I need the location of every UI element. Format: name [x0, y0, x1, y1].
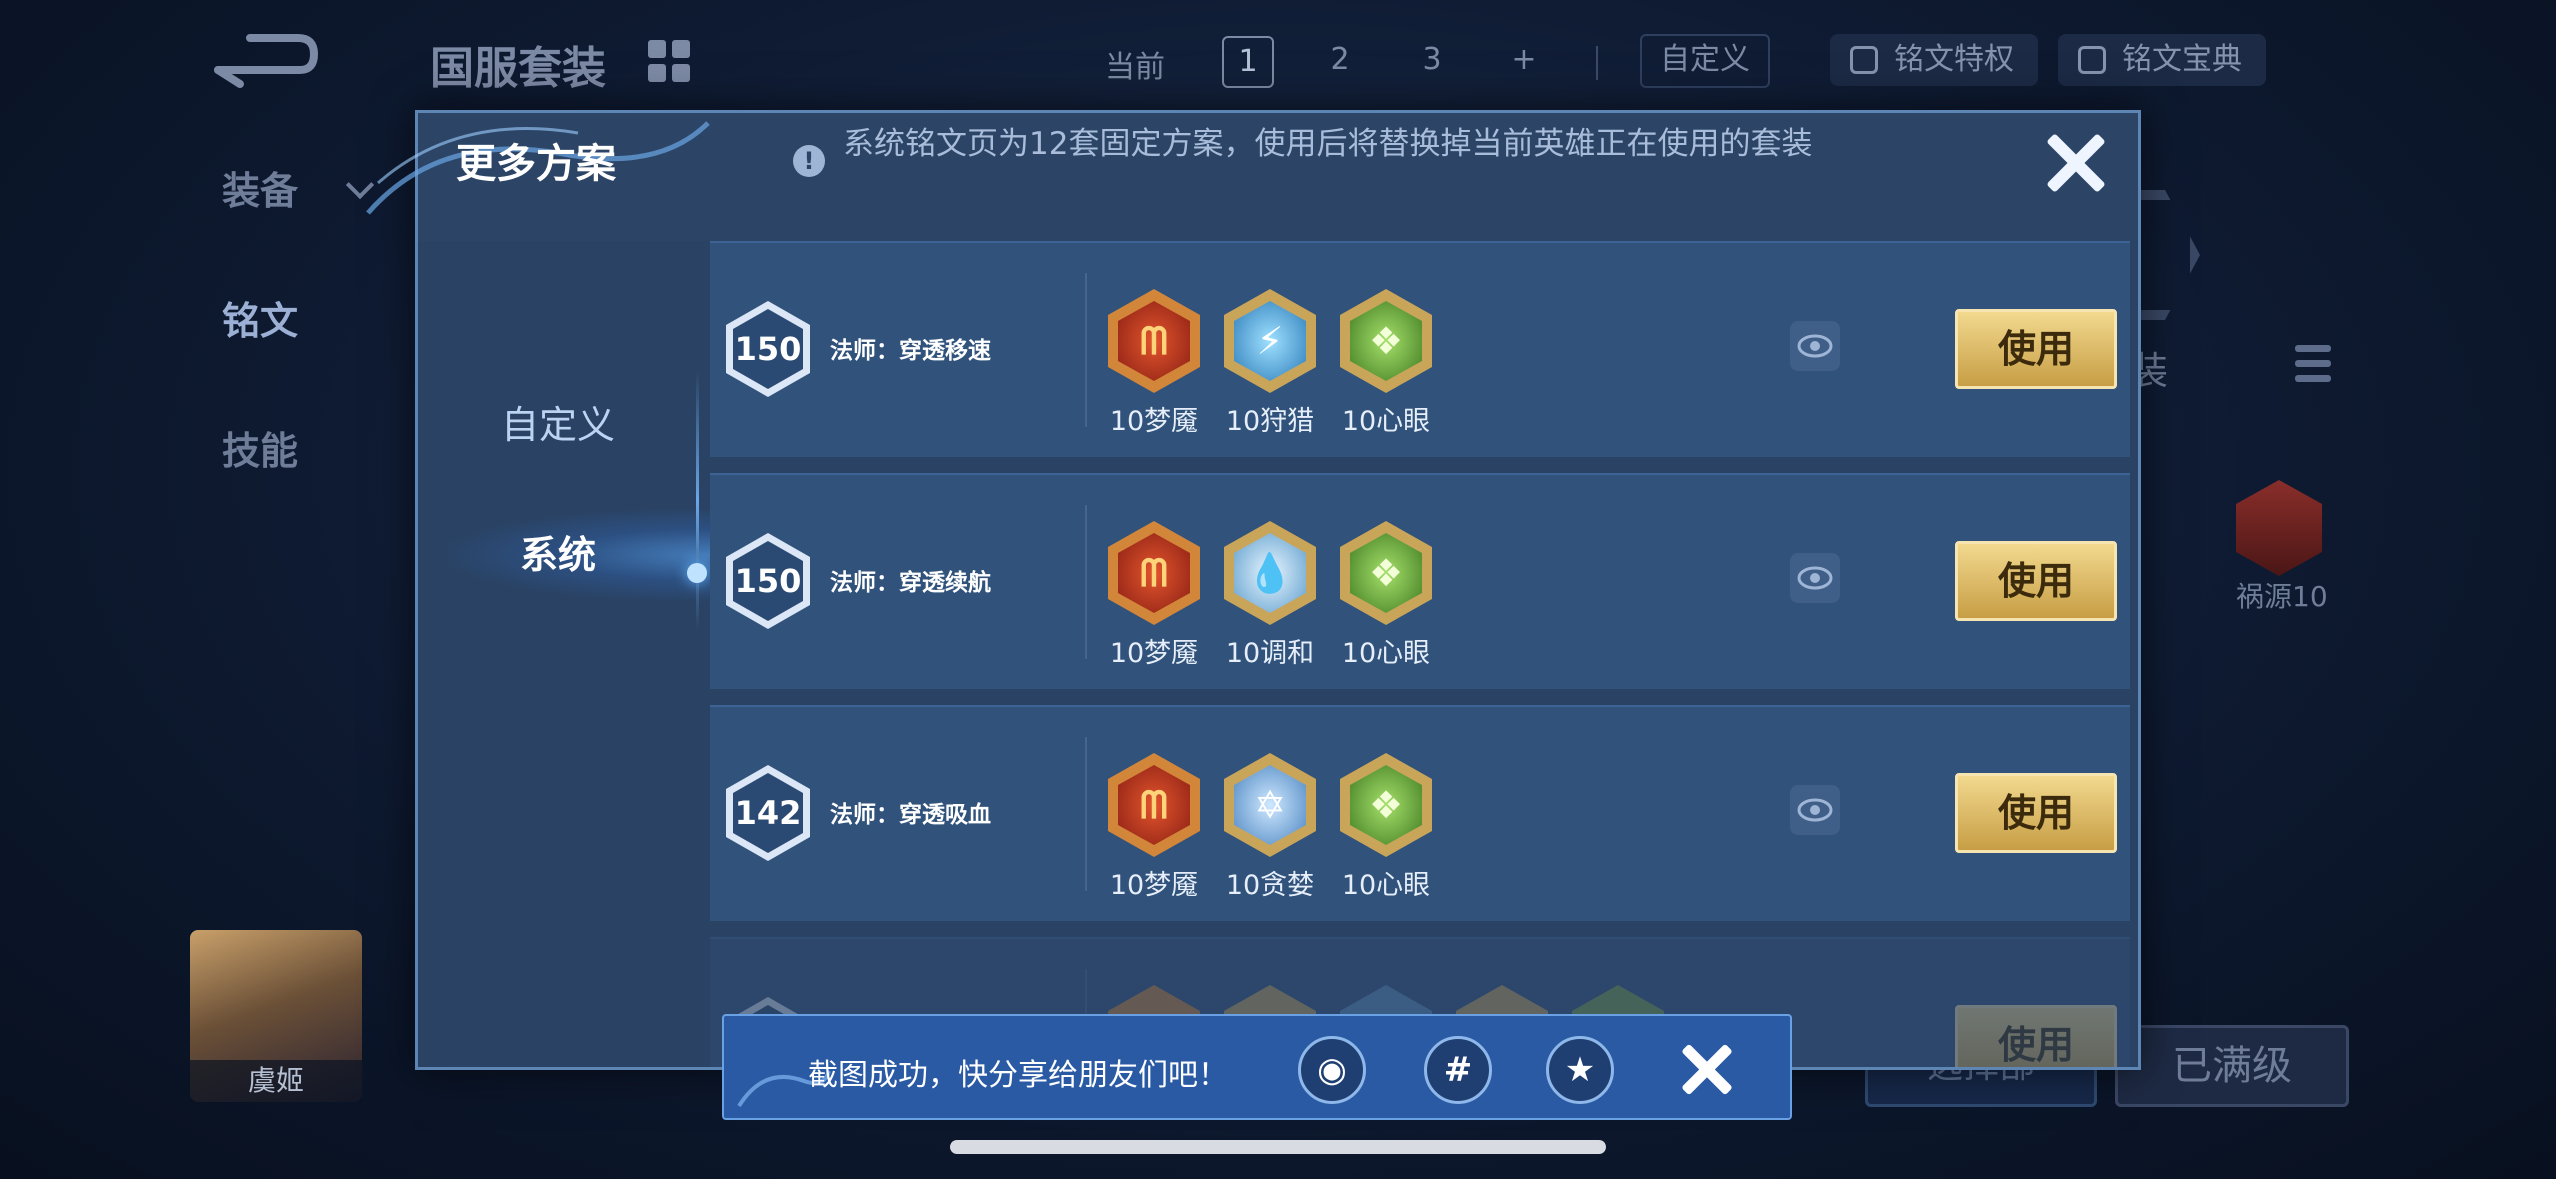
rune-label: 祸源10	[2236, 580, 2328, 613]
codex-icon	[2078, 46, 2106, 74]
nav-tab-system[interactable]: 系统	[418, 515, 698, 595]
back-arrow-icon[interactable]	[210, 30, 320, 90]
rune-harmony-icon: 💧	[1224, 521, 1316, 625]
preview-eye-icon[interactable]	[1790, 785, 1840, 835]
rune-label: 10梦魇	[1109, 870, 1199, 901]
rune-label: 10梦魇	[1109, 638, 1199, 669]
divider	[1085, 737, 1087, 891]
use-button[interactable]: 使用	[1955, 541, 2117, 621]
privilege-label: 铭文特权	[1894, 42, 2014, 77]
page-tab-3[interactable]: 3	[1408, 36, 1456, 84]
rune-insight-icon: ❖	[1340, 753, 1432, 857]
toast-message: 截图成功，快分享给朋友们吧！	[808, 1058, 1228, 1093]
rune-insight-icon: ❖	[1340, 521, 1432, 625]
modal-title: 更多方案	[456, 141, 616, 187]
level-hex-badge: 150	[726, 533, 810, 629]
plan-category-nav: 自定义 系统	[418, 241, 738, 1067]
use-button[interactable]: 使用	[1955, 773, 2117, 853]
more-plans-modal: 更多方案 ! 系统铭文页为12套固定方案，使用后将替换掉当前英雄正在使用的套装 …	[366, 110, 2141, 1070]
use-button[interactable]: 使用	[1955, 309, 2117, 389]
home-indicator[interactable]	[950, 1140, 1606, 1154]
plan-level: 150	[733, 541, 803, 621]
notice-text: 系统铭文页为12套固定方案，使用后将替换掉当前英雄正在使用的套装	[843, 126, 1813, 162]
privilege-icon	[1850, 46, 1878, 74]
rune-label: 10贪婪	[1225, 870, 1315, 901]
custom-button[interactable]: 自定义	[1640, 34, 1770, 88]
rune-icon	[2236, 480, 2322, 576]
codex-label: 铭文宝典	[2122, 42, 2242, 77]
divider	[1085, 505, 1087, 659]
rune-label: 10心眼	[1341, 870, 1431, 901]
page-tab-2[interactable]: 2	[1316, 36, 1364, 84]
plan-row: 150 法师：穿透续航 ᗰ 10梦魇 💧 10调和 ❖ 10心眼 使用	[710, 473, 2130, 689]
max-level-button[interactable]: 已满级	[2115, 1025, 2349, 1107]
hero-name: 虞姬	[190, 1060, 362, 1102]
divider	[1085, 273, 1087, 427]
side-tab-equipment[interactable]: 装备	[222, 160, 298, 215]
rune-label: 10心眼	[1341, 406, 1431, 437]
qq-share-icon[interactable]: ◉	[1298, 1036, 1366, 1104]
preview-eye-icon[interactable]	[1790, 553, 1840, 603]
plan-level: 150	[733, 309, 803, 389]
qzone-share-icon[interactable]: ★	[1546, 1036, 1614, 1104]
nav-tab-custom[interactable]: 自定义	[418, 385, 698, 465]
preview-eye-icon[interactable]	[1790, 321, 1840, 371]
close-icon[interactable]	[2038, 125, 2114, 201]
rune-nightmare-icon: ᗰ	[1108, 289, 1200, 393]
plan-row: 150 法师：穿透移速 ᗰ 10梦魇 ⚡ 10狩猎 ❖ 10心眼 使用	[710, 241, 2130, 457]
codex-button[interactable]: 铭文宝典	[2058, 34, 2266, 86]
rune-insight-icon: ❖	[1340, 289, 1432, 393]
nav-indicator	[687, 563, 707, 583]
rune-nightmare-icon: ᗰ	[1108, 521, 1200, 625]
close-icon[interactable]	[1676, 1038, 1738, 1100]
side-tab-skill[interactable]: 技能	[222, 420, 298, 475]
plan-row: 142 法师：穿透吸血 ᗰ 10梦魇 ✡ 10贪婪 ❖ 10心眼 使用	[710, 705, 2130, 921]
grid-icon[interactable]	[648, 40, 690, 82]
plan-name: 法师：穿透续航	[830, 570, 991, 596]
rune-label: 10调和	[1225, 638, 1315, 669]
level-hex-badge: 150	[726, 301, 810, 397]
nav-rail	[696, 371, 699, 631]
current-label: 当前	[1105, 50, 1165, 85]
plan-name: 法师：穿透移速	[830, 338, 991, 364]
plan-level: 142	[733, 773, 803, 853]
plan-list[interactable]: 150 法师：穿透移速 ᗰ 10梦魇 ⚡ 10狩猎 ❖ 10心眼 使用 150 …	[710, 241, 2130, 1067]
info-icon: !	[793, 145, 825, 177]
rune-label: 10心眼	[1341, 638, 1431, 669]
page-tab-1[interactable]: 1	[1222, 36, 1274, 88]
rune-greed-icon: ✡	[1224, 753, 1316, 857]
divider	[1596, 46, 1598, 80]
background-title: 国服套装	[430, 43, 606, 94]
rune-hunt-icon: ⚡	[1224, 289, 1316, 393]
side-tab-inscription[interactable]: 铭文	[222, 290, 298, 345]
rune-nightmare-icon: ᗰ	[1108, 753, 1200, 857]
rune-label: 10狩猎	[1225, 406, 1315, 437]
screenshot-share-toast: 截图成功，快分享给朋友们吧！ ◉ # ★	[722, 1014, 1792, 1120]
page-add-button[interactable]: +	[1500, 36, 1548, 84]
plan-name: 法师：穿透吸血	[830, 802, 991, 828]
use-button[interactable]: 使用	[1955, 1005, 2117, 1067]
topic-share-icon[interactable]: #	[1424, 1036, 1492, 1104]
level-hex-badge: 142	[726, 765, 810, 861]
rune-label: 10梦魇	[1109, 406, 1199, 437]
privilege-button[interactable]: 铭文特权	[1830, 34, 2038, 86]
menu-icon[interactable]	[2295, 345, 2331, 390]
